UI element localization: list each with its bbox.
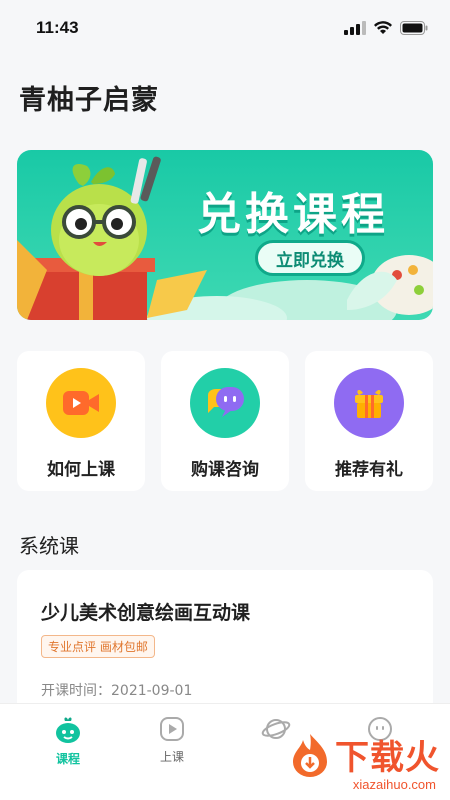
section-title: 系统课 — [19, 534, 79, 558]
watermark-text: 下载火 — [335, 738, 440, 778]
quick-action-purchase-consult[interactable]: 购课咨询 — [161, 351, 289, 491]
course-card[interactable]: 少儿美术创意绘画互动课 专业点评 画材包邮 开课时间：2021-09-01 — [17, 570, 433, 720]
banner-title: 兑换课程 — [197, 189, 389, 240]
battery-icon — [400, 21, 428, 35]
redeem-course-banner[interactable]: 兑换课程 立即兑换 — [17, 150, 433, 320]
wifi-icon — [374, 21, 392, 34]
tab-courses[interactable]: 课程 — [28, 716, 108, 767]
course-title: 少儿美术创意绘画互动课 — [41, 602, 251, 624]
status-bar: 11:43 — [0, 0, 450, 56]
quick-action-label: 推荐有礼 — [335, 460, 403, 480]
quick-action-label: 如何上课 — [47, 460, 115, 480]
quick-action-label: 购课咨询 — [191, 460, 259, 480]
tab-label: 课程 — [55, 752, 80, 766]
video-play-icon — [46, 368, 116, 438]
status-time: 11:43 — [36, 18, 79, 37]
status-icons — [344, 21, 428, 35]
cellular-signal-icon — [344, 21, 366, 35]
quick-actions: 如何上课 购课咨询 推荐有礼 — [17, 351, 433, 491]
watermark: 下载火 xiazaihuo.com — [289, 730, 440, 792]
bottom-tab-bar: 课程 上课 下载火 xiazaihuo.com — [0, 704, 450, 800]
quick-action-referral-reward[interactable]: 推荐有礼 — [305, 351, 433, 491]
tab-attend-class[interactable]: 上课 — [132, 716, 212, 765]
planet-icon — [261, 719, 291, 739]
course-start-date: 开课时间：2021-09-01 — [41, 683, 193, 699]
redeem-now-button[interactable]: 立即兑换 — [255, 240, 365, 276]
gift-icon — [334, 368, 404, 438]
course-tag: 专业点评 画材包邮 — [41, 635, 155, 658]
chat-bubble-icon — [190, 368, 260, 438]
flame-logo-icon — [293, 733, 327, 777]
tab-label: 上课 — [159, 750, 184, 764]
fruit-mascot-icon — [56, 717, 80, 743]
play-icon — [160, 717, 184, 741]
app-title: 青柚子启蒙 — [19, 85, 159, 116]
quick-action-how-to-attend[interactable]: 如何上课 — [17, 351, 145, 491]
watermark-domain: xiazaihuo.com — [352, 777, 436, 792]
